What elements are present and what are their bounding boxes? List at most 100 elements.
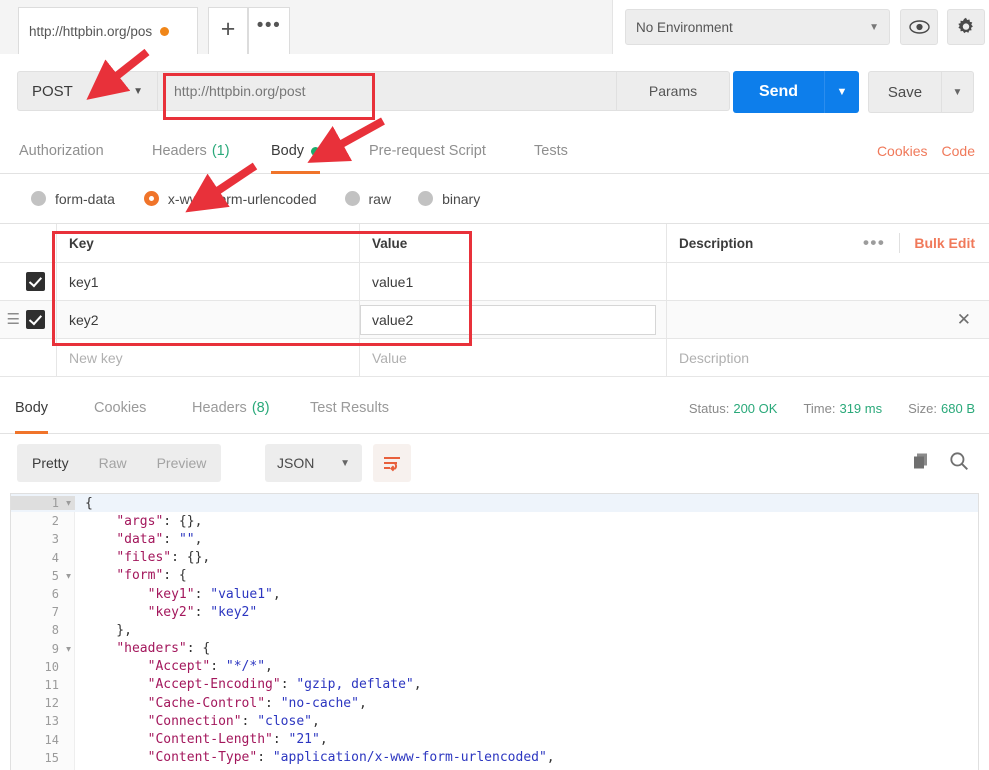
- response-tab-cookies-label: Cookies: [94, 400, 146, 416]
- delete-row-button[interactable]: ✕: [957, 310, 989, 330]
- tab-pre-request-script-label: Pre-request Script: [369, 143, 486, 159]
- send-button[interactable]: Send: [733, 71, 824, 113]
- row-checkbox[interactable]: [26, 310, 45, 329]
- ellipsis-icon[interactable]: •••: [863, 233, 885, 253]
- environment-quick-look-button[interactable]: [900, 9, 938, 45]
- body-type-x-www-form-urlencoded[interactable]: x-www-form-urlencoded: [144, 191, 317, 207]
- settings-button[interactable]: [947, 9, 985, 45]
- row-value-input[interactable]: value2: [360, 305, 656, 335]
- line-number: 4: [11, 551, 75, 565]
- tab-headers[interactable]: Headers (1): [152, 128, 230, 174]
- response-tab-test-results[interactable]: Test Results: [310, 382, 389, 434]
- table-header-row: Key Value Description ellipsis-icon ••• …: [0, 224, 989, 263]
- body-type-binary[interactable]: binary: [418, 191, 480, 207]
- gear-icon: [956, 17, 976, 37]
- response-tab-body-label: Body: [15, 400, 48, 416]
- code-line: 3 "data": "",: [11, 530, 978, 548]
- response-tabs: Body Cookies Headers (8) Test Results St…: [0, 382, 989, 434]
- send-options-button[interactable]: ▼: [824, 71, 859, 113]
- word-wrap-button[interactable]: [373, 444, 411, 482]
- body-type-form-data[interactable]: form-data: [31, 191, 115, 207]
- view-mode-raw[interactable]: Raw: [84, 444, 142, 482]
- fold-toggle-icon[interactable]: ▼: [66, 644, 71, 653]
- save-button[interactable]: Save: [868, 71, 941, 113]
- code-line: 14 "Content-Length": "21",: [11, 730, 978, 748]
- http-method-select[interactable]: POST ▼: [17, 71, 157, 111]
- drag-handle-icon[interactable]: ☰: [7, 312, 20, 327]
- send-label: Send: [759, 83, 798, 101]
- environment-select[interactable]: No Environment ▼: [625, 9, 890, 45]
- url-input[interactable]: http://httpbin.org/post: [157, 71, 617, 111]
- cookies-link[interactable]: Cookies: [877, 143, 928, 159]
- response-tab-cookies[interactable]: Cookies: [94, 382, 146, 434]
- response-code-lines: 1▼{2 "args": {},3 "data": "",4 "files": …: [11, 494, 978, 767]
- chevron-down-icon: ▼: [340, 458, 350, 469]
- code-line-text: {: [75, 496, 93, 511]
- new-description-input[interactable]: Description: [667, 339, 989, 376]
- request-tab[interactable]: http://httpbin.org/pos: [18, 7, 198, 54]
- view-mode-preview[interactable]: Preview: [142, 444, 222, 482]
- new-value-input[interactable]: Value: [360, 339, 667, 376]
- body-active-dot-icon: [311, 147, 320, 156]
- row-check-cell: [0, 263, 57, 300]
- code-line-text: "Content-Length": "21",: [75, 732, 328, 747]
- row-key-input[interactable]: key1: [57, 263, 360, 300]
- environment-zone: No Environment ▼: [612, 0, 989, 54]
- code-line-text: "Accept-Encoding": "gzip, deflate",: [75, 677, 422, 692]
- tab-more-button[interactable]: •••: [248, 7, 290, 54]
- chevron-down-icon: ▼: [953, 87, 963, 98]
- response-tab-headers[interactable]: Headers (8): [192, 382, 270, 434]
- row-value-input[interactable]: value1: [360, 263, 667, 300]
- row-checkbox[interactable]: [26, 272, 45, 291]
- http-method-label: POST: [32, 83, 73, 100]
- body-type-raw[interactable]: raw: [345, 191, 392, 207]
- tab-headers-count: (1): [212, 143, 230, 159]
- response-tab-headers-label: Headers: [192, 400, 247, 416]
- params-button[interactable]: Params: [617, 71, 730, 111]
- row-description-input[interactable]: [667, 263, 989, 300]
- tab-body[interactable]: Body: [271, 128, 320, 174]
- response-tab-body[interactable]: Body: [15, 382, 48, 434]
- environment-selected-label: No Environment: [636, 20, 733, 35]
- tab-strip: http://httpbin.org/pos + •••: [0, 0, 612, 54]
- search-button[interactable]: [949, 451, 969, 476]
- tab-tests[interactable]: Tests: [534, 128, 568, 174]
- bulk-edit-button[interactable]: Bulk Edit: [914, 235, 975, 251]
- tab-pre-request-script[interactable]: Pre-request Script: [369, 128, 486, 174]
- tab-headers-label: Headers: [152, 143, 207, 159]
- body-type-raw-label: raw: [369, 191, 392, 207]
- line-number: 11: [11, 678, 75, 692]
- code-line: 5▼ "form": {: [11, 567, 978, 585]
- tab-authorization[interactable]: Authorization: [19, 128, 104, 174]
- code-line-text: "data": "",: [75, 532, 202, 547]
- response-toolbar: Pretty Raw Preview JSON ▼: [0, 434, 989, 493]
- row-key-input[interactable]: key2: [57, 301, 360, 338]
- code-line-text: "Accept": "*/*",: [75, 659, 273, 674]
- code-line: 13 "Connection": "close",: [11, 712, 978, 730]
- copy-button[interactable]: [912, 451, 931, 475]
- eye-icon: [909, 20, 930, 34]
- url-text: http://httpbin.org/post: [174, 83, 306, 99]
- code-link[interactable]: Code: [942, 143, 975, 159]
- line-number: 15: [11, 751, 75, 765]
- new-tab-button[interactable]: +: [208, 7, 248, 54]
- chevron-down-icon: ▼: [869, 22, 879, 33]
- new-key-input[interactable]: New key: [57, 339, 360, 376]
- save-options-button[interactable]: ▼: [941, 71, 974, 113]
- body-key-value-table: Key Value Description ellipsis-icon ••• …: [0, 224, 989, 382]
- response-format-select[interactable]: JSON ▼: [265, 444, 362, 482]
- chevron-down-icon: ▼: [133, 86, 143, 97]
- word-wrap-icon: [382, 455, 402, 472]
- code-line: 1▼{: [11, 494, 978, 512]
- status-badge: 200 OK: [733, 401, 777, 416]
- response-actions: [912, 444, 969, 482]
- response-body-viewer[interactable]: 1▼{2 "args": {},3 "data": "",4 "files": …: [10, 493, 979, 770]
- line-number: 3: [11, 532, 75, 546]
- body-type-radio-group: form-data x-www-form-urlencoded raw bina…: [0, 174, 989, 224]
- fold-toggle-icon[interactable]: ▼: [66, 571, 71, 580]
- copy-icon: [912, 451, 931, 470]
- view-mode-pretty[interactable]: Pretty: [17, 444, 84, 482]
- status-group: Status:200 OK: [689, 401, 778, 416]
- body-type-form-data-label: form-data: [55, 191, 115, 207]
- fold-toggle-icon[interactable]: ▼: [66, 499, 71, 508]
